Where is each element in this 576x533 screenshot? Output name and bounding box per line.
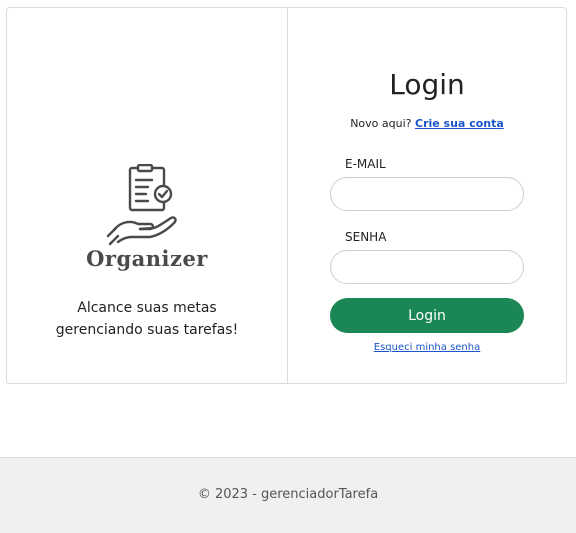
logo-text: Organizer (86, 246, 208, 271)
tagline: Alcance suas metas gerenciando suas tare… (7, 297, 287, 341)
password-label: SENHA (345, 230, 387, 244)
forgot-password-link[interactable]: Esqueci minha senha (374, 342, 481, 353)
email-field[interactable] (330, 177, 524, 211)
footer-copyright: © 2023 - gerenciadorTarefa (197, 487, 379, 502)
signup-prompt-text: Novo aqui? (350, 117, 412, 130)
footer: © 2023 - gerenciadorTarefa (0, 457, 576, 533)
tagline-line-1: Alcance suas metas (77, 300, 217, 316)
hand-holding-checklist-icon (106, 164, 177, 246)
forgot-password: Esqueci minha senha (288, 342, 566, 353)
email-label: E-MAIL (345, 157, 386, 171)
signup-prompt: Novo aqui? Crie sua conta (288, 117, 566, 130)
tagline-line-2: gerenciando suas tarefas! (55, 322, 239, 338)
password-field[interactable] (330, 250, 524, 284)
create-account-link[interactable]: Crie sua conta (415, 117, 504, 130)
login-form-panel: Login Novo aqui? Crie sua conta E-MAIL S… (288, 8, 566, 383)
login-button[interactable]: Login (330, 298, 524, 333)
page-title: Login (389, 68, 465, 101)
login-card: Organizer Alcance suas metas gerenciando… (6, 7, 567, 384)
brand-panel: Organizer Alcance suas metas gerenciando… (7, 8, 288, 383)
